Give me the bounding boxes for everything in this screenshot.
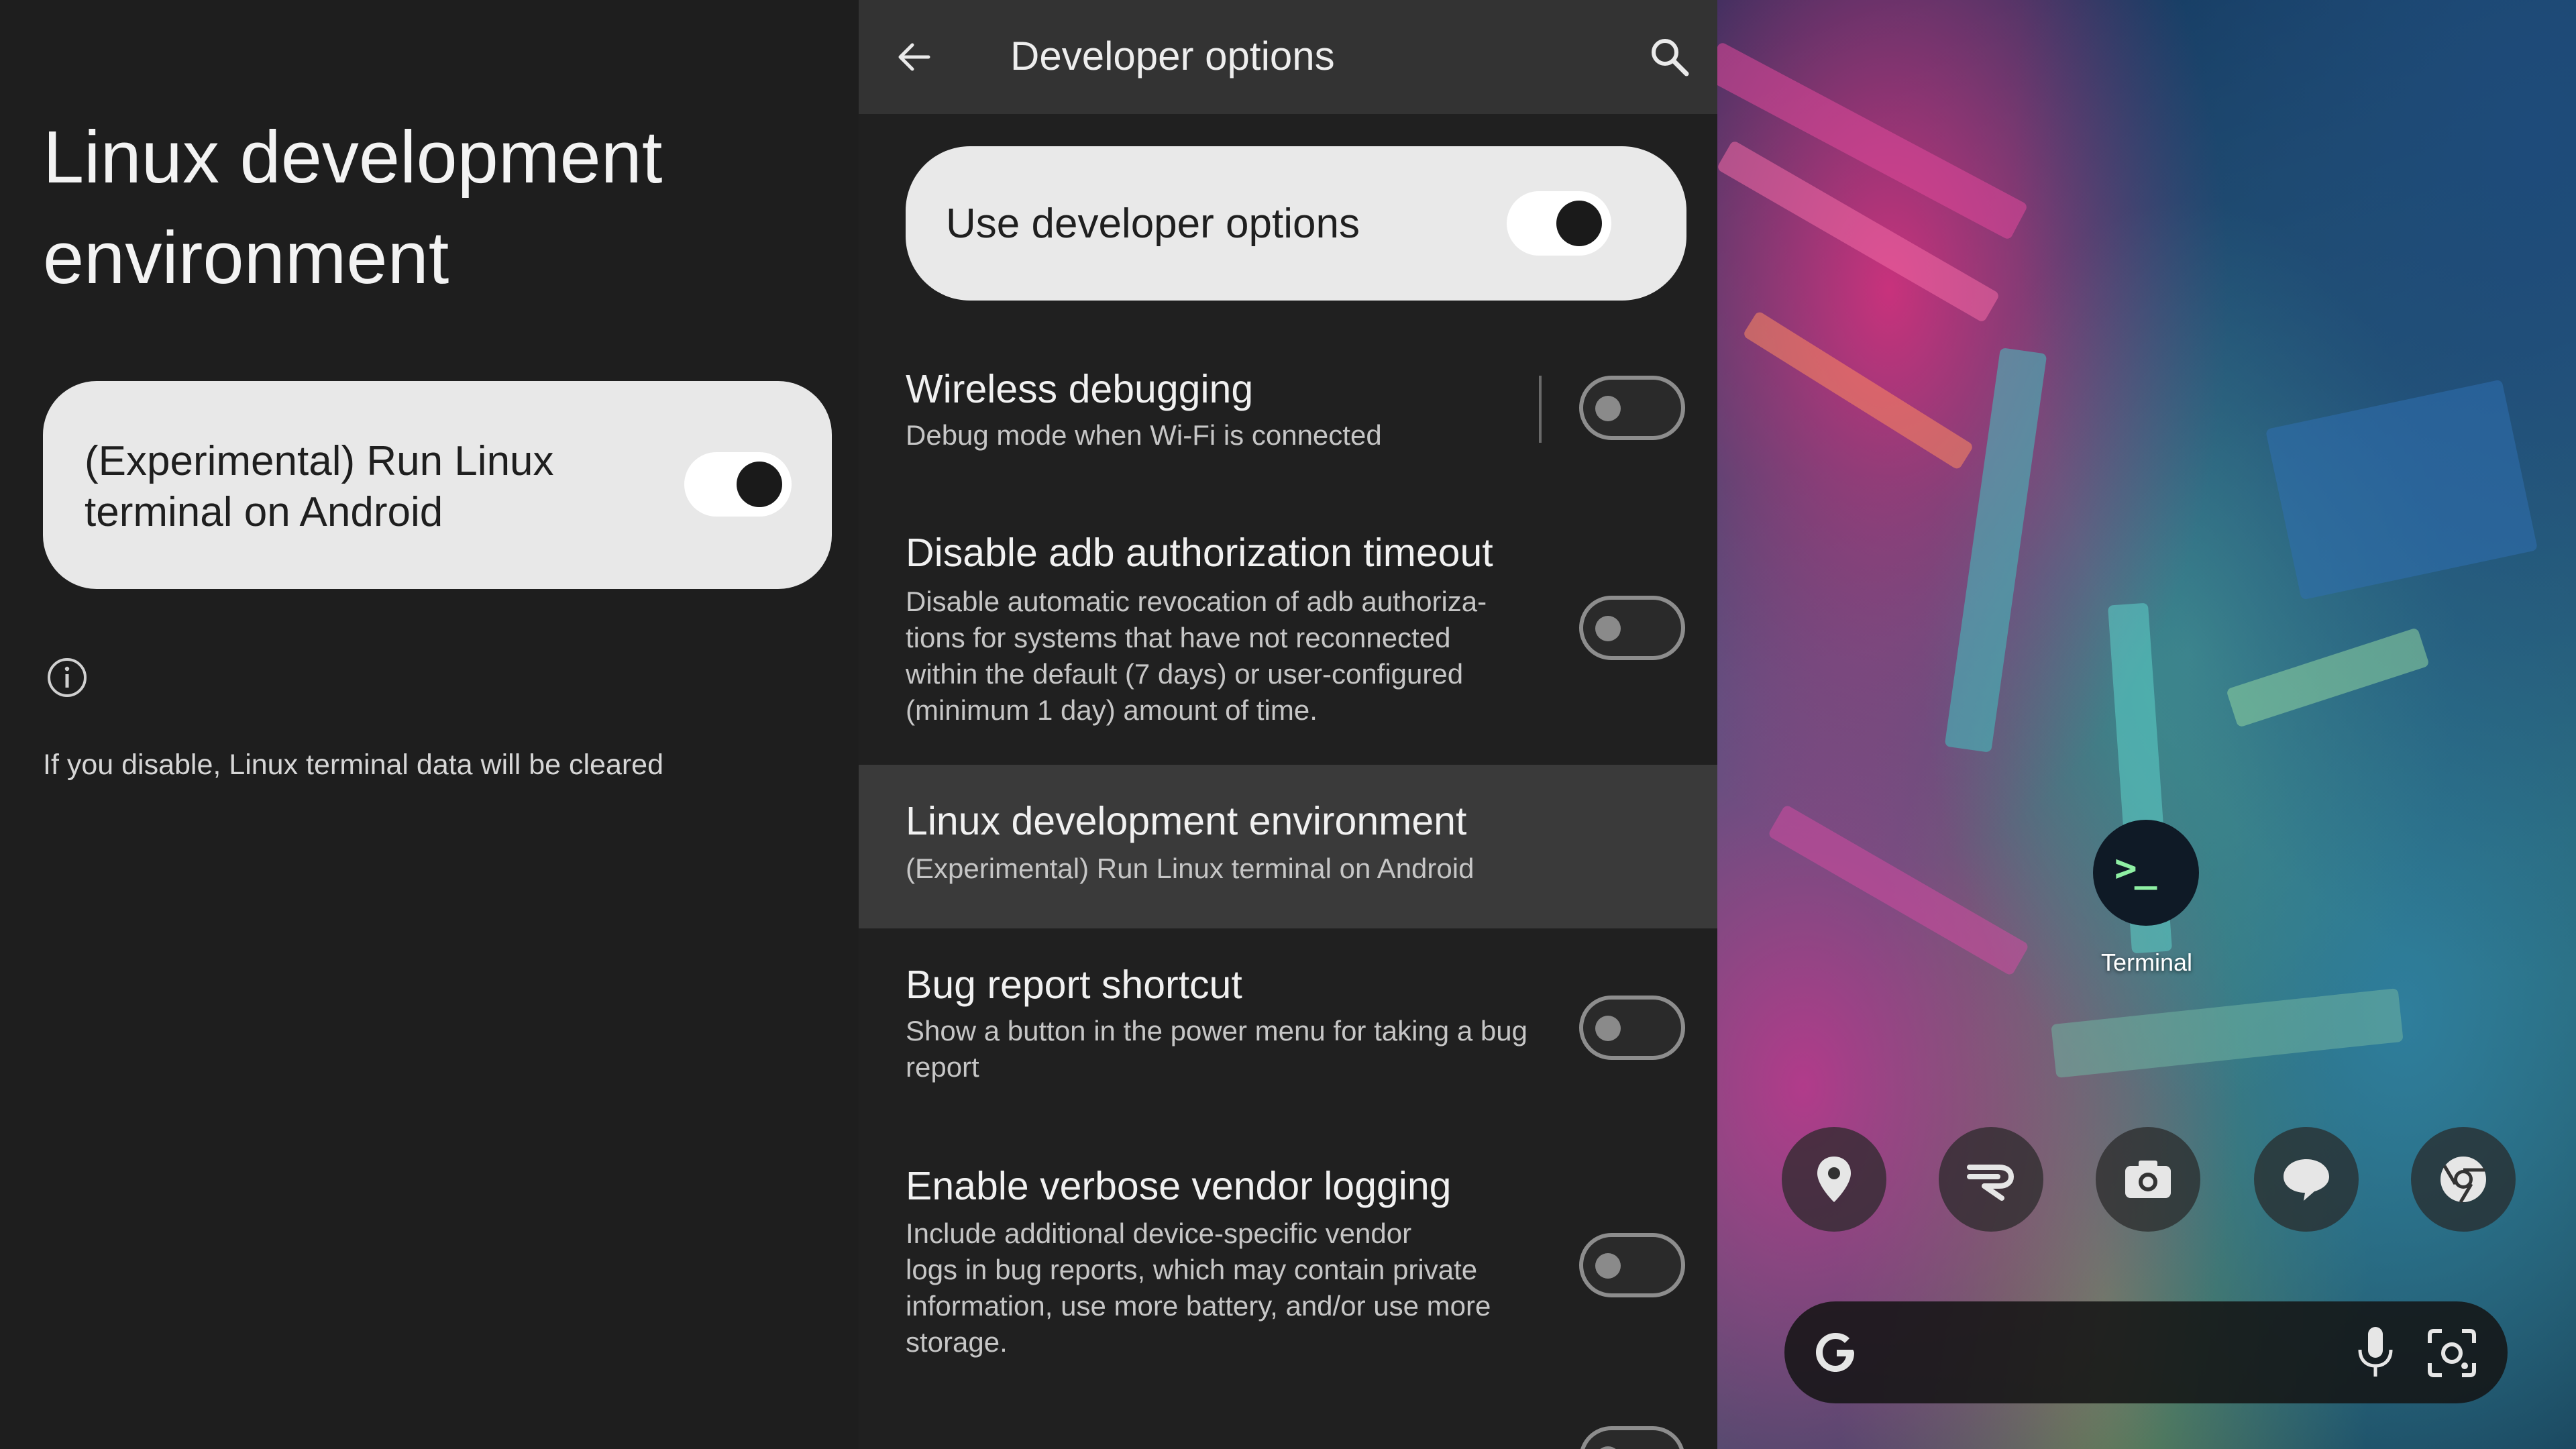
- wireless-debugging-switch[interactable]: [1579, 376, 1685, 440]
- run-linux-terminal-label: (Experimental) Run Linux terminal on And…: [85, 438, 554, 535]
- use-developer-options-switch[interactable]: [1507, 191, 1611, 256]
- home-screen: >_ Terminal: [1717, 0, 2576, 1449]
- verbose-vendor-logging-switch[interactable]: [1579, 1233, 1685, 1297]
- search-icon[interactable]: [1648, 35, 1692, 79]
- next-row-switch[interactable]: [1579, 1426, 1685, 1449]
- switch-knob: [1595, 616, 1621, 641]
- info-icon: [48, 658, 87, 697]
- disable-adb-timeout-switch[interactable]: [1579, 596, 1685, 660]
- pref-bug-report-shortcut[interactable]: Bug report shortcut Show a button in the…: [859, 961, 1717, 1108]
- divider: [1539, 376, 1542, 443]
- pref-summary: Debug mode when Wi-Fi is connected: [906, 419, 1382, 451]
- wallpaper-shape: [1717, 41, 2029, 241]
- back-arrow-icon[interactable]: [892, 35, 936, 79]
- terminal-app-label: Terminal: [2100, 949, 2193, 976]
- pref-summary: Show a button in the power menu for taki…: [906, 1015, 1527, 1083]
- pref-title: Enable verbose vendor logging: [906, 1164, 1452, 1208]
- switch-knob: [1595, 396, 1621, 421]
- run-linux-terminal-switch[interactable]: [684, 452, 792, 517]
- camera-icon[interactable]: [2096, 1127, 2200, 1232]
- use-developer-options-card[interactable]: Use developer options: [906, 146, 1686, 301]
- data-cleared-note: If you disable, Linux terminal data will…: [43, 749, 664, 781]
- app-r-icon[interactable]: [1939, 1127, 2043, 1232]
- switch-knob: [737, 462, 782, 507]
- app-bar: Developer options: [859, 0, 1717, 114]
- mic-icon[interactable]: [2352, 1323, 2399, 1382]
- run-linux-terminal-toggle-card[interactable]: (Experimental) Run Linux terminal on And…: [43, 381, 832, 589]
- messages-icon[interactable]: [2254, 1127, 2359, 1232]
- pref-linux-development-environment[interactable]: Linux development environment (Experimen…: [859, 765, 1717, 928]
- switch-knob: [1556, 201, 1602, 246]
- wallpaper-shape: [2051, 988, 2404, 1078]
- pref-verbose-vendor-logging[interactable]: Enable verbose vendor logging Include ad…: [859, 1161, 1717, 1382]
- use-developer-options-label: Use developer options: [946, 201, 1360, 247]
- switch-knob: [1595, 1253, 1621, 1279]
- terminal-app-icon[interactable]: >_: [2093, 820, 2199, 926]
- wallpaper-shape: [2226, 627, 2430, 728]
- chrome-icon[interactable]: [2411, 1127, 2516, 1232]
- wallpaper-shape: [2265, 379, 2538, 600]
- pref-title: Disable adb authorization timeout: [906, 531, 1493, 575]
- switch-knob: [1595, 1446, 1621, 1449]
- wallpaper-shape: [1742, 310, 1974, 471]
- pref-disable-adb-timeout[interactable]: Disable adb authorization timeout Disabl…: [859, 523, 1717, 745]
- page-title: Linux development environment: [43, 116, 663, 299]
- linux-environment-screen: Linux development environment (Experimen…: [0, 0, 859, 1449]
- wallpaper-shape: [1944, 347, 2047, 753]
- maps-icon[interactable]: [1782, 1127, 1886, 1232]
- pref-title: Bug report shortcut: [906, 963, 1242, 1007]
- pref-summary: (Experimental) Run Linux terminal on And…: [906, 853, 1474, 884]
- google-search-bar[interactable]: [1784, 1301, 2508, 1403]
- terminal-glyph: >_: [2114, 847, 2157, 890]
- app-bar-title: Developer options: [1010, 34, 1335, 78]
- bug-report-shortcut-switch[interactable]: [1579, 996, 1685, 1060]
- pref-summary: Disable automatic revocation of adb auth…: [906, 586, 1487, 726]
- pref-wireless-debugging[interactable]: Wireless debugging Debug mode when Wi-Fi…: [859, 356, 1717, 463]
- developer-options-screen: Developer options Use developer options …: [859, 0, 1717, 1449]
- google-g-icon: [1816, 1333, 1854, 1372]
- wallpaper-shape: [1767, 804, 2030, 977]
- screen: Linux development environment (Experimen…: [0, 0, 2576, 1449]
- lens-icon[interactable]: [2424, 1326, 2479, 1381]
- pref-title: Linux development environment: [906, 799, 1467, 843]
- pref-title: Wireless debugging: [906, 367, 1254, 411]
- pref-summary: Include additional device-specific vendo…: [906, 1218, 1491, 1358]
- switch-knob: [1595, 1016, 1621, 1041]
